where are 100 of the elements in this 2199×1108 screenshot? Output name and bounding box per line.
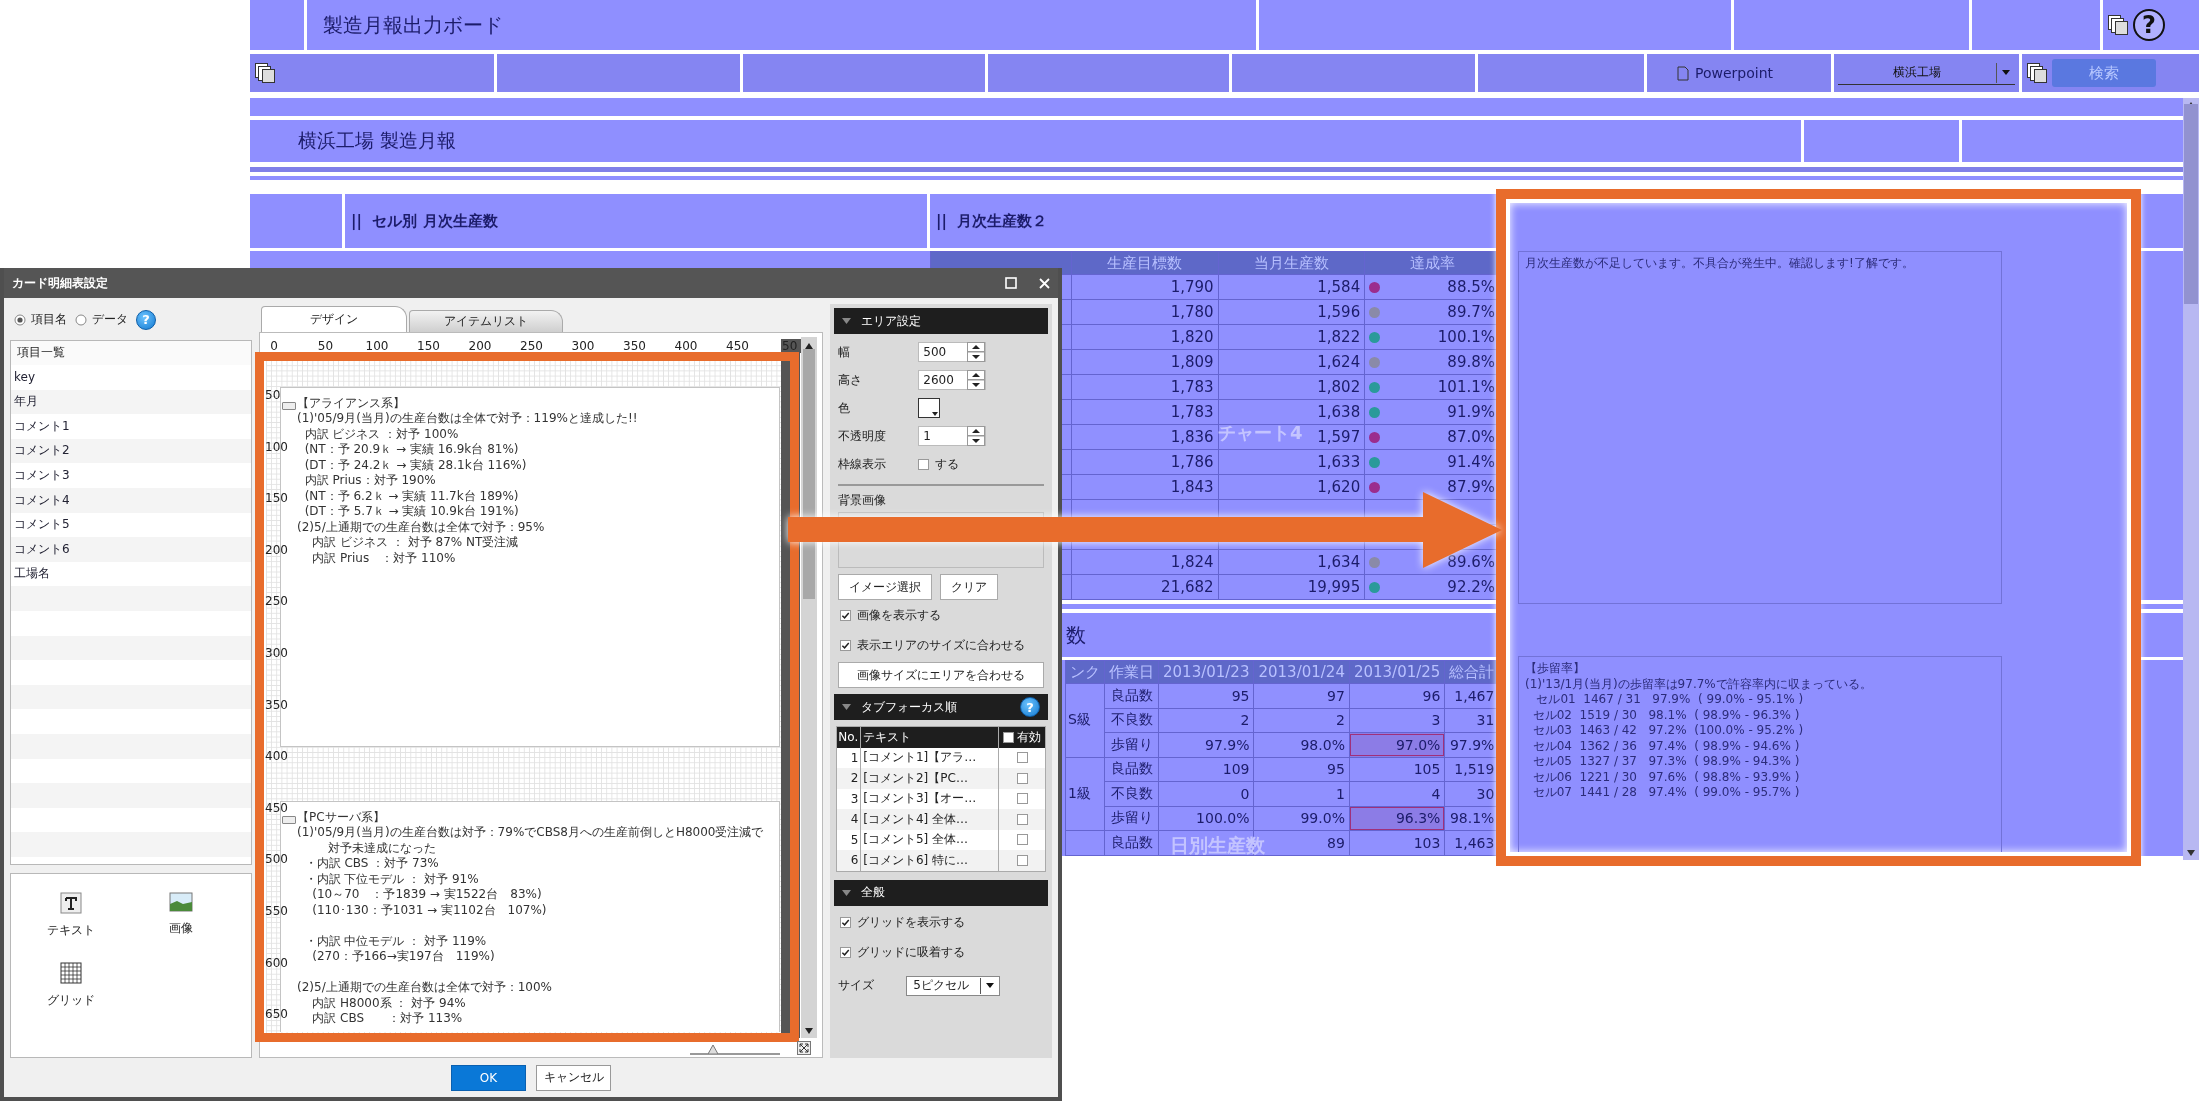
cancel-button[interactable]: キャンセル [536,1064,611,1091]
table-cell: 1,634 [1218,549,1365,575]
number-spinner[interactable]: 500 [918,342,987,362]
field-label: 幅 [838,343,852,361]
checkbox[interactable] [1016,772,1028,784]
checkbox[interactable] [1016,752,1028,764]
ruler-label: 400 [674,338,698,353]
slider-thumb[interactable] [707,1044,718,1054]
checkbox[interactable] [840,609,852,621]
close-icon[interactable] [1039,277,1050,289]
table-cell: 88.5% [1447,278,1495,296]
checkbox[interactable] [1016,854,1028,866]
text-tool-icon[interactable] [60,891,82,914]
ruler-label: 650 [265,1007,288,1022]
copy-icon[interactable] [2026,62,2048,84]
copy-icon[interactable] [2107,14,2129,36]
ruler-label: 200 [265,542,288,557]
table-cell: S級 [1065,683,1105,757]
table-cell: 4 [837,809,862,830]
table-cell: 1,584 [1218,274,1365,300]
table-cell: 99.0% [1253,806,1350,831]
copy-icon[interactable] [254,62,276,84]
checkbox[interactable] [1016,834,1028,846]
field-label: 高さ [838,371,864,389]
checkbox[interactable] [840,947,852,958]
checkbox[interactable] [1016,793,1028,805]
tab[interactable]: アイテムリスト [409,309,563,332]
grid-tool-icon[interactable] [60,961,82,984]
ruler-label: 250 [265,594,288,609]
list-item[interactable]: 工場名 [11,561,251,587]
collapse-icon[interactable] [842,889,852,896]
scroll-down-icon[interactable] [2187,850,2195,856]
table-cell: 1,822 [1218,324,1365,350]
column-header: ンク [1065,660,1105,684]
ruler-label: 400 [265,749,288,764]
checkbox-label: する [935,455,960,473]
tab[interactable]: デザイン [261,305,407,332]
column-header: テキスト [861,727,999,748]
list-item[interactable]: key [11,364,251,390]
help-icon[interactable]: ? [2133,9,2165,41]
list-item[interactable]: 年月 [11,389,251,414]
comment-text: 月次生産数が不足しています。不具合が発生中。確認します!了解です。 [1518,251,2002,605]
checkbox[interactable] [1016,813,1028,825]
list-item[interactable]: コメント6 [11,537,251,562]
scrollbar[interactable] [2183,98,2199,860]
checkbox[interactable] [840,639,852,651]
checkbox[interactable] [1003,731,1014,743]
table-cell: 103 [1349,830,1445,855]
table-cell: 19,995 [1218,574,1365,600]
ok-button[interactable]: OK [451,1064,526,1091]
table-cell: 1,783 [1071,374,1219,400]
table-cell: 1 [1253,781,1350,806]
drag-handle[interactable] [282,401,296,410]
tool-label: テキスト [47,921,95,939]
report-title: 横浜工場 製造月報 [297,128,457,153]
list-item[interactable]: コメント5 [11,512,251,537]
list-item[interactable]: コメント2 [11,438,251,464]
ruler-label: 300 [265,645,288,660]
scroll-down-icon[interactable] [805,1027,813,1034]
collapse-icon[interactable] [842,704,852,710]
table-cell: [コメント6] 特に… [861,850,999,871]
number-spinner[interactable]: 2600 [918,370,987,390]
radio-button[interactable] [14,313,26,326]
checkbox[interactable] [918,458,930,470]
table-cell: 3 [1349,708,1445,733]
ruler-label: 450 [726,338,749,353]
size-dropdown[interactable]: 5ピクセル [906,975,1001,996]
column-header: 2013/01/23 [1158,660,1254,684]
table-cell: 97 [1253,683,1350,708]
color-picker[interactable] [918,398,941,418]
list-item[interactable]: コメント1 [11,414,251,439]
scroll-thumb[interactable] [803,348,815,599]
checkbox[interactable] [840,917,852,928]
drag-handle[interactable] [282,815,296,824]
powerpoint-button[interactable]: Powerpoint [1647,65,1774,81]
list-item[interactable]: コメント3 [11,463,251,488]
field-label: 色 [838,399,852,417]
tool-label: 画像 [169,919,193,937]
factory-dropdown[interactable]: 横浜工場 [1838,61,2015,85]
image-tool-icon[interactable] [169,891,193,912]
ruler-label: 350 [265,697,288,712]
ruler-label: 50 [265,387,281,402]
fit-area-button[interactable]: 画像サイズにエリアを合わせる [838,662,1044,688]
panel-button[interactable]: クリア [940,574,999,600]
scroll-thumb[interactable] [2184,104,2198,304]
panel-button[interactable]: イメージ選択 [838,574,933,600]
ruler-label: 550 [265,903,288,918]
number-spinner[interactable]: 1 [918,426,987,446]
table-cell: 1,783 [1071,399,1219,425]
ruler-label: 150 [265,491,288,506]
list-item[interactable]: コメント4 [11,487,251,513]
zoom-slider[interactable] [690,1046,780,1055]
fit-icon[interactable] [797,1040,811,1055]
panel-title: タブフォーカス順 [861,698,959,716]
ruler-label: 50 [317,338,334,353]
collapse-icon[interactable] [842,318,852,324]
column-header: 当月生産数 [1218,251,1365,275]
scrollbar[interactable] [801,336,817,1038]
maximize-icon[interactable] [1005,277,1017,289]
radio-button[interactable] [75,313,87,326]
